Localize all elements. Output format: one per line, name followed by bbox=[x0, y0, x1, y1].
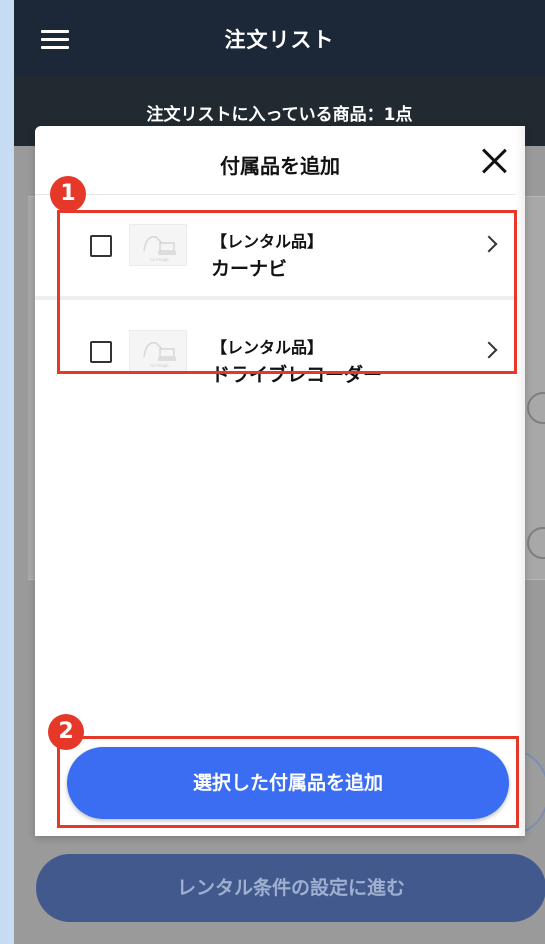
no-image-thumbnail: no image bbox=[129, 330, 187, 372]
background-radio-icon bbox=[527, 527, 545, 559]
page-title: 注文リスト bbox=[224, 28, 335, 52]
app-header: 注文リスト bbox=[14, 0, 545, 76]
proceed-to-rental-conditions-button: レンタル条件の設定に進む bbox=[36, 854, 545, 922]
add-accessory-modal: 付属品を追加 no image 【レンタル品】 カーナビ no image 【レ… bbox=[35, 126, 525, 836]
svg-text:no image: no image bbox=[150, 257, 169, 262]
item-category-label: 【レンタル品】 bbox=[211, 338, 324, 357]
annotation-badge-1: 1 bbox=[50, 176, 86, 212]
chevron-right-icon[interactable] bbox=[480, 341, 498, 359]
modal-title: 付属品を追加 bbox=[220, 154, 340, 178]
list-item[interactable]: no image 【レンタル品】 ドライブレコーダー bbox=[35, 304, 525, 402]
close-icon[interactable] bbox=[481, 148, 507, 174]
chevron-right-icon[interactable] bbox=[480, 235, 498, 253]
annotation-badge-2: 2 bbox=[48, 714, 84, 750]
item-name: ドライブレコーダー bbox=[211, 364, 383, 386]
order-count-text: 注文リストに入っている商品：1点 bbox=[146, 105, 413, 125]
no-image-thumbnail: no image bbox=[129, 224, 187, 266]
list-item[interactable]: no image 【レンタル品】 カーナビ bbox=[35, 198, 525, 300]
item-name: カーナビ bbox=[211, 258, 288, 280]
divider bbox=[35, 194, 525, 195]
item-checkbox[interactable] bbox=[90, 341, 112, 363]
item-checkbox[interactable] bbox=[90, 235, 112, 257]
add-selected-accessories-button[interactable]: 選択した付属品を追加 bbox=[67, 747, 509, 819]
background-radio-icon bbox=[527, 392, 545, 424]
svg-text:no image: no image bbox=[150, 363, 169, 368]
item-category-label: 【レンタル品】 bbox=[211, 232, 324, 251]
modal-edge bbox=[516, 126, 525, 836]
